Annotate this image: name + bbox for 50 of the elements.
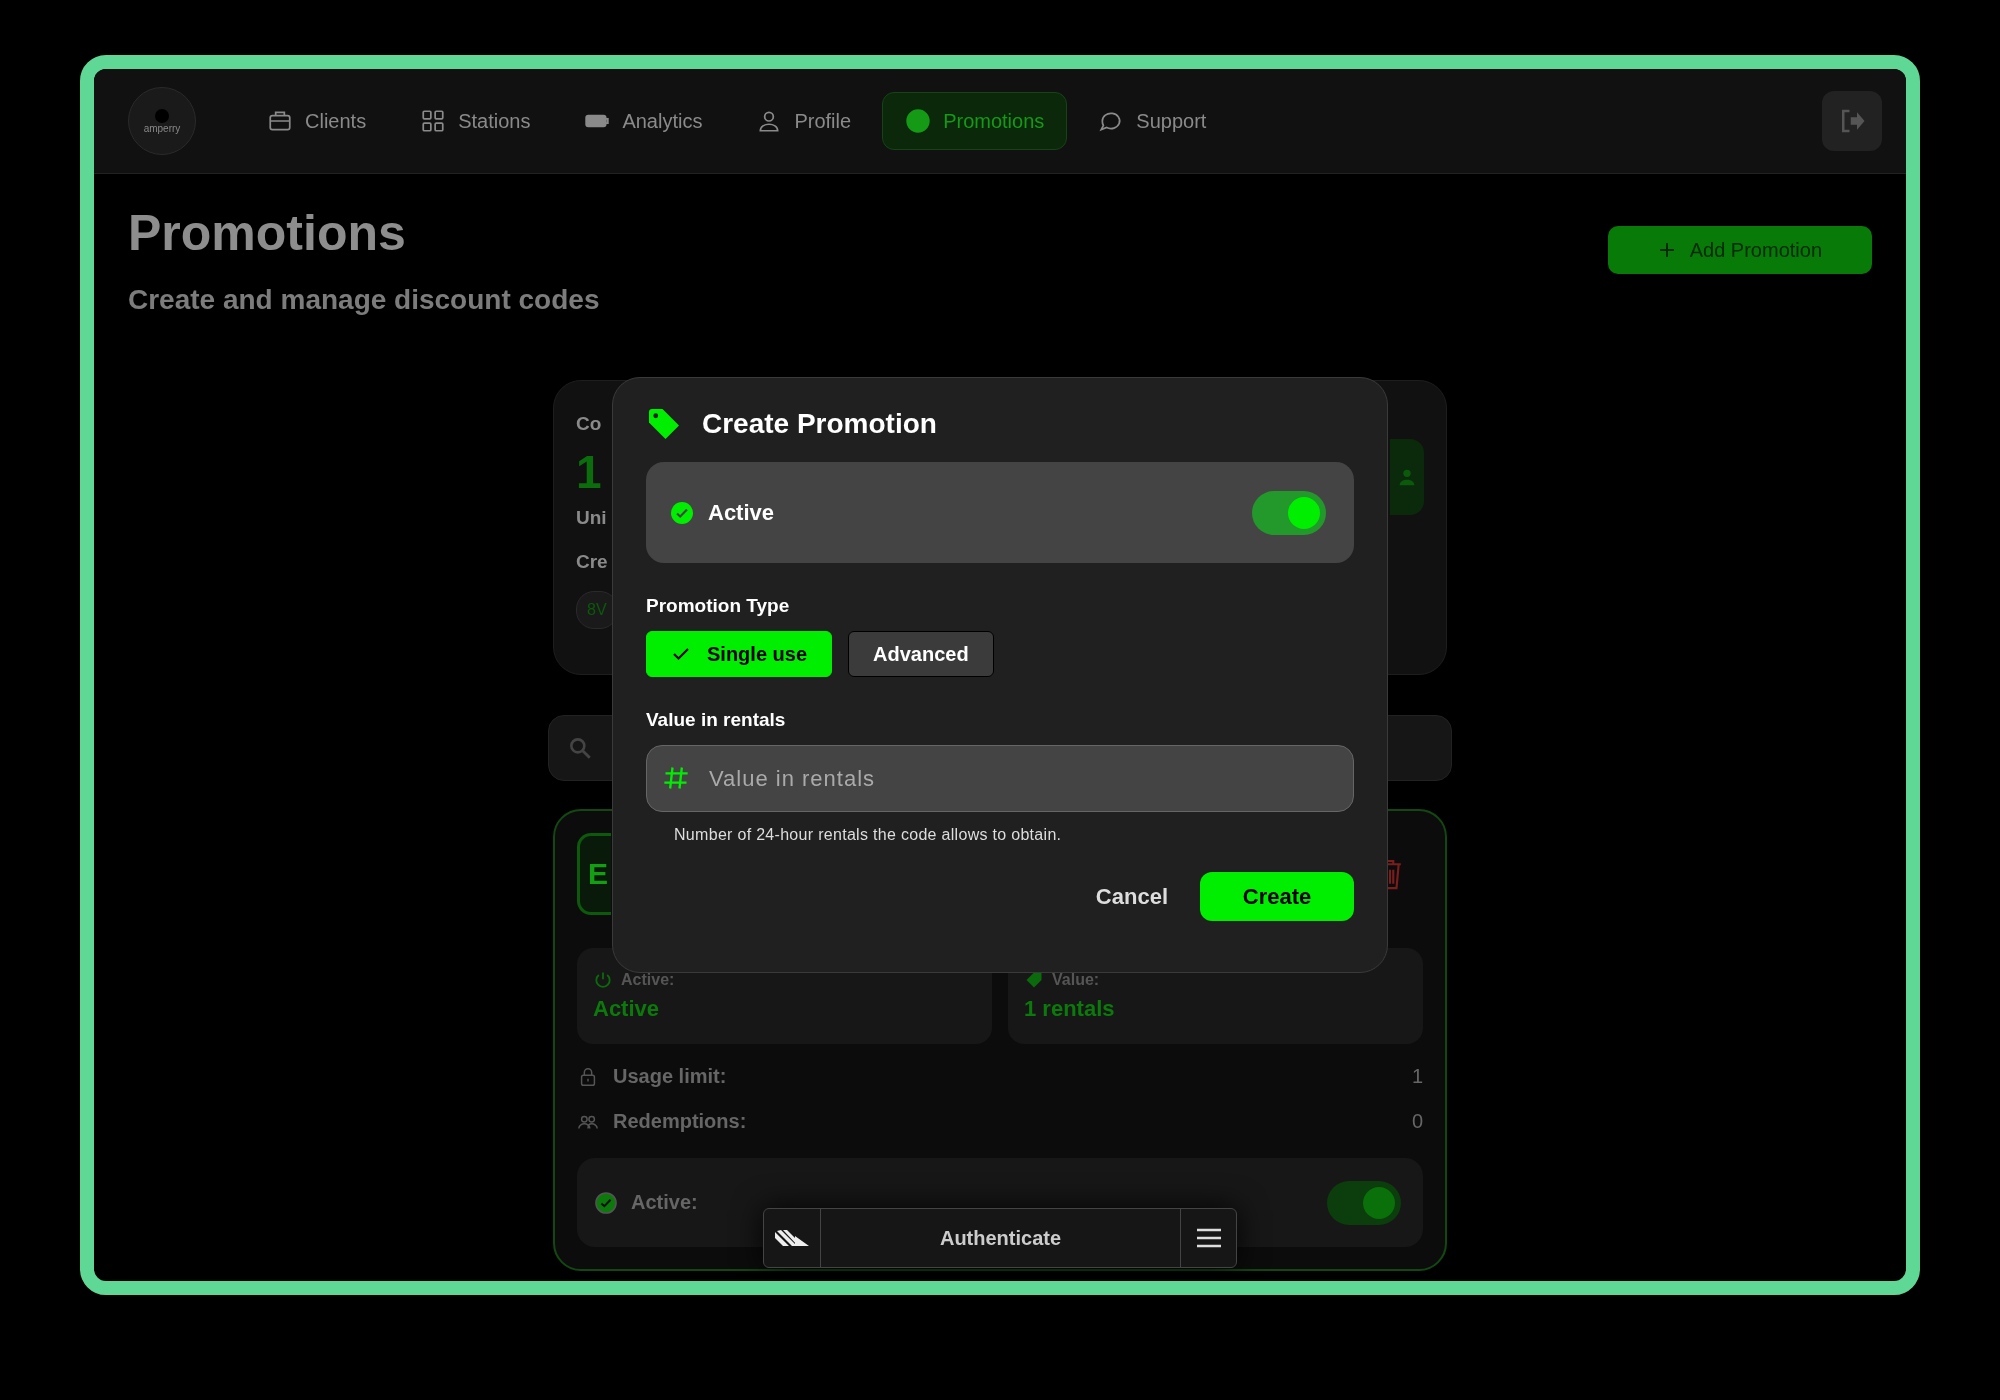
field-label: Value in rentals [646,709,787,731]
promotion-type-option[interactable]: Single use [646,631,833,677]
stat-caption: Uni [576,507,607,529]
row-label: Redemptions: [613,1110,747,1134]
tag-icon [646,406,682,442]
create-button[interactable]: Create [1200,872,1354,921]
menu-icon [1194,1227,1223,1249]
field-hint: Number of 24-hour rentals the code allows to obtain. [674,826,1063,844]
power-icon [593,970,613,991]
toggle-switch[interactable] [1327,1180,1401,1225]
page-title: Promotions [128,204,407,262]
nav-tab[interactable]: Stations [397,92,554,150]
authenticate-label[interactable]: Authenticate [821,1209,1180,1267]
card-heading: Co [576,413,602,435]
tile-label: Active: [621,971,675,990]
row-label: Usage limit: [613,1065,727,1089]
section-label: Promotion Type [646,595,791,617]
tile-label: Value: [1052,971,1100,990]
tile-value: 1 rentals [1024,996,1116,1023]
nav-tab[interactable]: Profile [733,92,875,150]
person-icon [1390,439,1424,515]
toggle-label: Active [708,499,775,526]
briefcase-icon [267,108,293,134]
row-value: 1 [1411,1065,1423,1089]
check-circle-icon [670,500,694,525]
toggle-label: Active: [631,1191,698,1215]
nav-tab[interactable]: Clients [244,92,390,150]
check-circle-icon [595,1191,617,1214]
plus-icon [1657,241,1676,259]
value-input-field[interactable]: Value in rentals [646,745,1354,812]
nav-tab[interactable]: Support [1075,92,1230,150]
search-icon [567,735,593,761]
stripes-logo-icon [774,1228,810,1248]
nav-tab[interactable]: Analytics [561,92,726,150]
grid-icon [420,108,447,134]
dialog-title: Create Promotion [702,408,937,440]
stat-count: 1 [576,445,602,499]
nav-tab[interactable]: Promotions [882,92,1068,150]
created-label: Cre [576,551,608,573]
add-promotion-button[interactable]: Add Promotion [1607,226,1872,274]
page-subtitle: Create and manage discount codes [128,284,600,316]
cancel-button[interactable]: Cancel [1095,875,1168,918]
toggle-switch[interactable] [1252,490,1326,535]
logout-button[interactable] [1822,91,1882,151]
company-logo[interactable]: amperry [128,87,196,155]
hash-icon [662,764,690,792]
tile-value: Active [593,996,661,1023]
code-badge: E [577,833,611,915]
row-value: 0 [1411,1110,1423,1134]
promotion-type-option[interactable]: Advanced [848,631,994,677]
